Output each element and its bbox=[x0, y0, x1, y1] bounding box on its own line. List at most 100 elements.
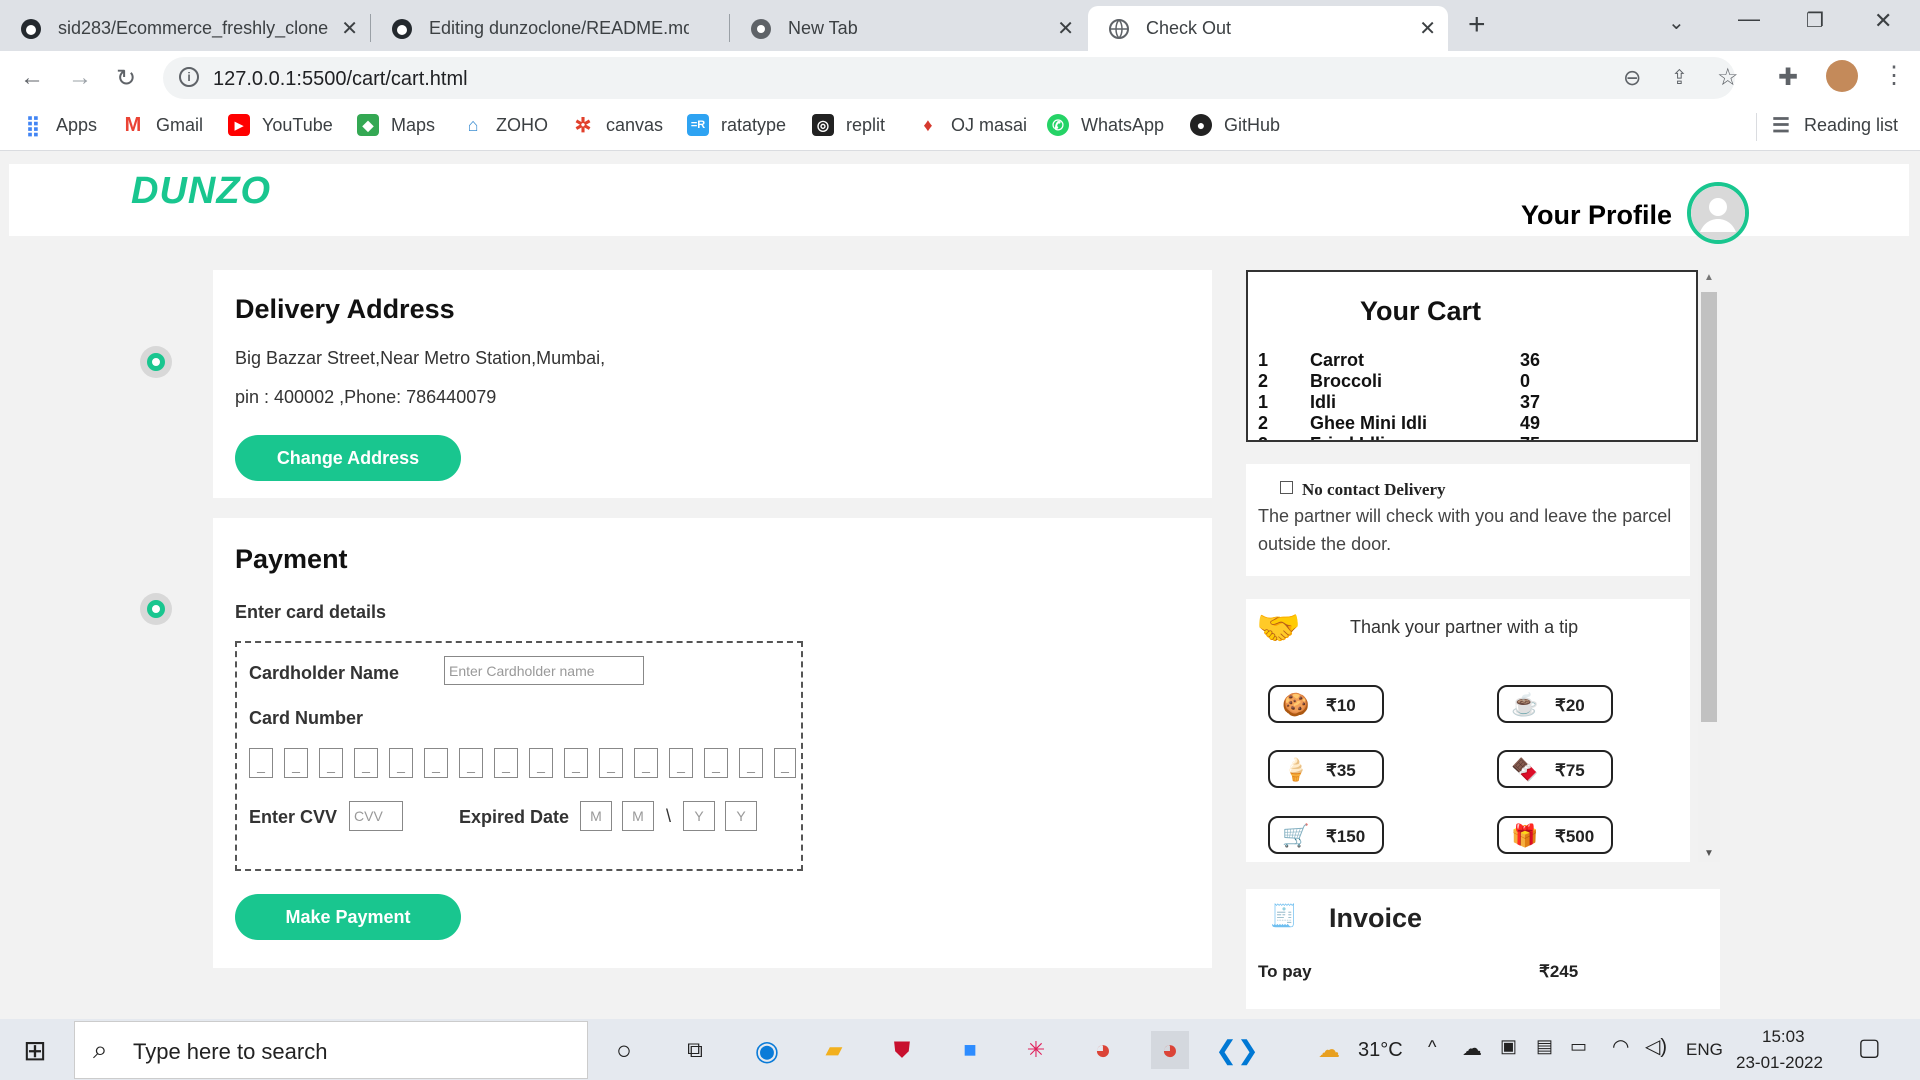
expiry-month-input[interactable]: M bbox=[580, 801, 612, 831]
wifi-icon[interactable]: ◠ bbox=[1612, 1034, 1629, 1059]
mcafee-icon[interactable]: ⛊ bbox=[883, 1031, 921, 1069]
card-digit-input[interactable]: _ bbox=[319, 748, 343, 778]
tip-option-500[interactable]: 🎁 ₹500 bbox=[1497, 816, 1613, 854]
card-digit-input[interactable]: _ bbox=[774, 748, 796, 778]
close-window-icon[interactable]: ✕ bbox=[1874, 8, 1892, 34]
language-indicator[interactable]: ENG bbox=[1686, 1040, 1723, 1060]
card-digit-input[interactable]: _ bbox=[249, 748, 273, 778]
info-icon[interactable]: i bbox=[179, 67, 199, 87]
bookmark-github[interactable]: ● GitHub bbox=[1190, 114, 1280, 136]
card-digit-input[interactable]: _ bbox=[354, 748, 378, 778]
omnibox[interactable]: i 127.0.0.1:5500/cart/cart.html ⊖ ⇪ ☆ bbox=[163, 57, 1739, 99]
card-digit-input[interactable]: _ bbox=[494, 748, 518, 778]
battery-icon[interactable]: ▭ bbox=[1570, 1036, 1587, 1057]
extensions-icon[interactable]: ✚ bbox=[1778, 63, 1798, 92]
volume-icon[interactable]: ◁) bbox=[1645, 1034, 1667, 1059]
cardholder-input[interactable]: Enter Cardholder name bbox=[444, 656, 644, 685]
card-digit-input[interactable]: _ bbox=[529, 748, 553, 778]
vscode-icon[interactable]: ❮❯ bbox=[1215, 1031, 1259, 1069]
file-explorer-icon[interactable]: ▰ bbox=[815, 1031, 853, 1069]
bookmark-oj-masai[interactable]: ♦ OJ masai bbox=[917, 114, 1027, 136]
tab-search-icon[interactable]: ⌄ bbox=[1668, 10, 1685, 35]
profile-avatar-icon[interactable] bbox=[1826, 60, 1858, 92]
payment-step-radio-icon[interactable] bbox=[140, 593, 172, 625]
app-tray-icon[interactable]: ▤ bbox=[1536, 1036, 1553, 1057]
card-digit-input[interactable]: _ bbox=[284, 748, 308, 778]
profile-label[interactable]: Your Profile bbox=[1521, 200, 1672, 231]
bookmark-maps[interactable]: ◆ Maps bbox=[357, 114, 435, 136]
cvv-input[interactable]: CVV bbox=[349, 801, 403, 831]
url-text[interactable]: 127.0.0.1:5500/cart/cart.html bbox=[213, 68, 468, 91]
bookmark-apps[interactable]: ⣿ Apps bbox=[22, 114, 97, 137]
expiry-month-input[interactable]: M bbox=[622, 801, 654, 831]
onedrive-icon[interactable]: ☁ bbox=[1462, 1036, 1482, 1061]
card-digit-input[interactable]: _ bbox=[389, 748, 413, 778]
card-digit-input[interactable]: _ bbox=[424, 748, 448, 778]
card-digit-input[interactable]: _ bbox=[669, 748, 693, 778]
bookmark-ratatype[interactable]: =R ratatype bbox=[687, 114, 786, 136]
meet-now-icon[interactable]: ▣ bbox=[1500, 1036, 1517, 1057]
menu-icon[interactable]: ⋮ bbox=[1882, 61, 1906, 90]
profile-avatar-icon[interactable] bbox=[1687, 182, 1749, 244]
weather-temp[interactable]: 31°C bbox=[1358, 1039, 1403, 1062]
dunzo-logo[interactable]: DUNZO bbox=[131, 170, 271, 213]
bookmark-canvas[interactable]: ✲ canvas bbox=[572, 114, 663, 137]
tray-overflow-icon[interactable]: ^ bbox=[1428, 1037, 1436, 1058]
task-view-icon[interactable]: ⧉ bbox=[676, 1031, 714, 1069]
reading-list[interactable]: ☰ Reading list bbox=[1770, 114, 1898, 137]
no-contact-checkbox[interactable] bbox=[1280, 481, 1293, 494]
restore-icon[interactable]: ❐ bbox=[1806, 8, 1824, 33]
slack-icon[interactable]: ✳ bbox=[1017, 1031, 1055, 1069]
tab-github-ecommerce[interactable]: sid283/Ecommerce_freshly_clone ✕ bbox=[0, 6, 370, 51]
back-arrow-icon[interactable]: ← bbox=[20, 64, 44, 92]
tip-option-10[interactable]: 🍪 ₹10 bbox=[1268, 685, 1384, 723]
tab-new-tab[interactable]: New Tab ✕ bbox=[730, 6, 1086, 51]
bookmark-zoho[interactable]: ⌂ ZOHO bbox=[462, 114, 548, 136]
zoom-icon[interactable]: ⊖ bbox=[1623, 65, 1641, 91]
tip-option-35[interactable]: 🍦 ₹35 bbox=[1268, 750, 1384, 788]
edge-icon[interactable]: ◉ bbox=[748, 1031, 786, 1069]
notifications-icon[interactable]: ▢ bbox=[1858, 1033, 1881, 1062]
right-panel-scrollbar[interactable]: ▲ ▼ bbox=[1698, 270, 1720, 862]
tip-option-20[interactable]: ☕ ₹20 bbox=[1497, 685, 1613, 723]
bookmark-youtube[interactable]: ▶ YouTube bbox=[228, 114, 333, 136]
minimize-icon[interactable]: — bbox=[1738, 6, 1760, 32]
expiry-year-input[interactable]: Y bbox=[725, 801, 757, 831]
bookmark-whatsapp[interactable]: ✆ WhatsApp bbox=[1047, 114, 1164, 136]
card-digit-input[interactable]: _ bbox=[704, 748, 728, 778]
new-tab-button[interactable]: + bbox=[1468, 8, 1486, 42]
forward-arrow-icon[interactable]: → bbox=[68, 64, 92, 92]
make-payment-button[interactable]: Make Payment bbox=[235, 894, 461, 940]
card-digit-input[interactable]: _ bbox=[634, 748, 658, 778]
tab-check-out[interactable]: Check Out ✕ bbox=[1088, 6, 1448, 51]
bookmark-replit[interactable]: ◎ replit bbox=[812, 114, 885, 136]
tip-option-75[interactable]: 🍫 ₹75 bbox=[1497, 750, 1613, 788]
card-digit-input[interactable]: _ bbox=[459, 748, 483, 778]
tip-option-150[interactable]: 🛒 ₹150 bbox=[1268, 816, 1384, 854]
scrollbar-thumb[interactable] bbox=[1701, 292, 1717, 722]
expiry-year-input[interactable]: Y bbox=[683, 801, 715, 831]
close-tab-icon[interactable]: ✕ bbox=[341, 16, 358, 41]
weather-icon[interactable]: ☁ bbox=[1310, 1031, 1348, 1069]
scroll-up-arrow-icon[interactable]: ▲ bbox=[1704, 272, 1714, 283]
close-tab-icon[interactable]: ✕ bbox=[1057, 16, 1074, 41]
card-digit-input[interactable]: _ bbox=[564, 748, 588, 778]
chrome-profile-icon[interactable]: ◕ bbox=[1151, 1031, 1189, 1069]
tab-github-readme[interactable]: Editing dunzoclone/README.md bbox=[371, 6, 729, 51]
windows-start-icon[interactable]: ⊞ bbox=[16, 1031, 54, 1069]
card-digit-input[interactable]: _ bbox=[599, 748, 623, 778]
zoom-app-icon[interactable]: ■ bbox=[951, 1031, 989, 1069]
close-tab-icon[interactable]: ✕ bbox=[1419, 16, 1436, 41]
reload-icon[interactable]: ↻ bbox=[116, 64, 136, 93]
taskbar-search-box[interactable]: ⌕ Type here to search bbox=[74, 1021, 588, 1079]
clock-date[interactable]: 23-01-2022 bbox=[1736, 1053, 1823, 1073]
chrome-icon[interactable]: ◕ bbox=[1084, 1031, 1122, 1069]
bookmark-gmail[interactable]: M Gmail bbox=[122, 114, 203, 136]
no-contact-label[interactable]: No contact Delivery bbox=[1302, 480, 1446, 500]
change-address-button[interactable]: Change Address bbox=[235, 435, 461, 481]
share-icon[interactable]: ⇪ bbox=[1671, 65, 1688, 90]
delivery-step-radio-icon[interactable] bbox=[140, 346, 172, 378]
card-digit-input[interactable]: _ bbox=[739, 748, 763, 778]
clock-time[interactable]: 15:03 bbox=[1762, 1027, 1805, 1047]
scroll-down-arrow-icon[interactable]: ▼ bbox=[1704, 848, 1714, 859]
